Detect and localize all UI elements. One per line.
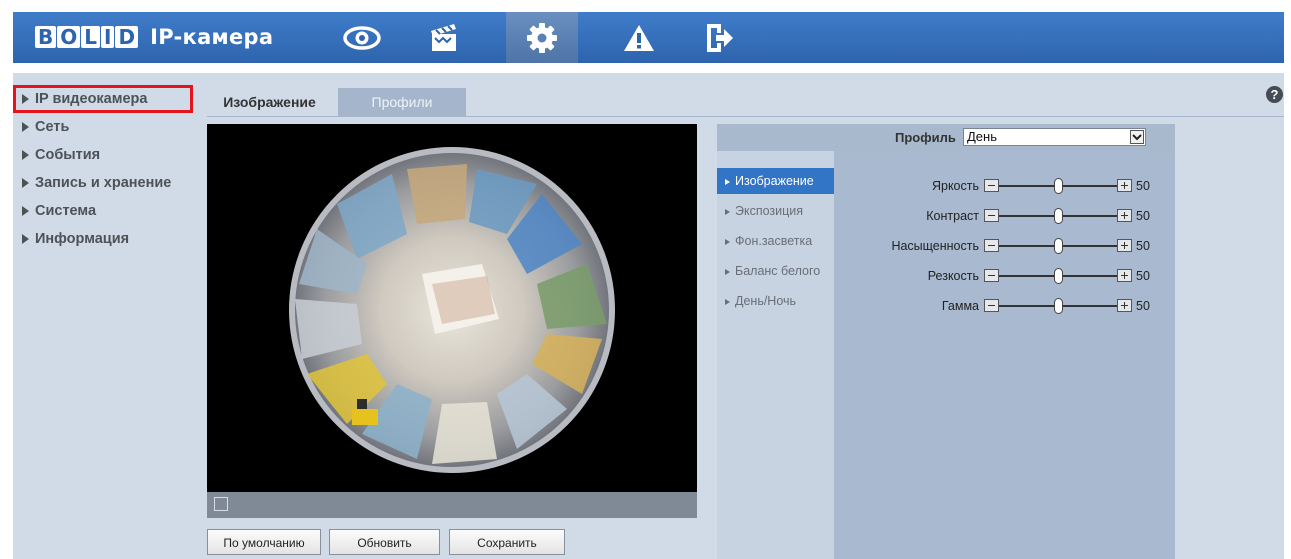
- sidebar-item-label: IP видеокамера: [35, 91, 148, 107]
- clapperboard-icon: [431, 23, 456, 51]
- plus-icon[interactable]: [1117, 299, 1132, 312]
- slider-thumb[interactable]: [1053, 238, 1063, 254]
- sidebar-item-storage[interactable]: Запись и хранение: [13, 169, 193, 197]
- arrow-icon: [725, 178, 730, 185]
- slider-label: Яркость: [931, 179, 979, 193]
- tab-image[interactable]: Изображение: [207, 88, 332, 116]
- slider-value: 50: [1136, 179, 1150, 193]
- slider-label: Насыщенность: [891, 239, 979, 253]
- default-button[interactable]: По умолчанию: [207, 529, 321, 555]
- profile-bar: Профиль День: [717, 124, 1175, 151]
- brightness-slider: Яркость 50: [834, 177, 1175, 197]
- save-button[interactable]: Сохранить: [449, 529, 565, 555]
- slider-value: 50: [1136, 209, 1150, 223]
- subnav-item-white-balance[interactable]: Баланс белого: [717, 258, 834, 284]
- tab-divider: [207, 116, 1284, 117]
- nav-logout[interactable]: [683, 12, 755, 63]
- subnav-label: Баланс белого: [735, 264, 821, 278]
- arrow-icon: [725, 298, 730, 305]
- nav-live-view[interactable]: [326, 12, 398, 63]
- top-bar: BOLID IP-камера: [13, 12, 1284, 63]
- minus-icon[interactable]: [984, 209, 999, 222]
- gamma-slider: Гамма 50: [834, 297, 1175, 317]
- subnav-item-image[interactable]: Изображение: [717, 168, 834, 194]
- logo-brand: BOLID: [35, 26, 139, 48]
- tab-profiles[interactable]: Профили: [338, 88, 466, 116]
- sharpness-slider: Резкость 50: [834, 267, 1175, 287]
- sidebar-item-label: Информация: [35, 231, 130, 247]
- plus-icon[interactable]: [1117, 239, 1132, 252]
- sidebar-item-system[interactable]: Система: [13, 197, 193, 225]
- slider-thumb[interactable]: [1053, 298, 1063, 314]
- fisheye-camera-image: [289, 147, 615, 473]
- profile-label: Профиль: [895, 130, 956, 145]
- slider-value: 50: [1136, 239, 1150, 253]
- exit-icon: [707, 23, 733, 52]
- gear-icon: [527, 22, 557, 53]
- sidebar-item-label: Сеть: [35, 119, 70, 135]
- expand-arrow-icon: [22, 178, 29, 189]
- sidebar-item-ip-camera[interactable]: IP видеокамера: [13, 85, 193, 113]
- expand-arrow-icon: [22, 122, 29, 133]
- plus-icon[interactable]: [1117, 209, 1132, 222]
- subnav-label: Экспозиция: [735, 204, 804, 218]
- slider-value: 50: [1136, 299, 1150, 313]
- sidebar-item-label: События: [35, 147, 101, 163]
- logo: BOLID IP-камера: [35, 24, 273, 50]
- slider-label: Резкость: [927, 269, 979, 283]
- subnav-label: Изображение: [735, 174, 814, 188]
- video-toolbar: [207, 492, 697, 518]
- arrow-icon: [725, 238, 730, 245]
- minus-icon[interactable]: [984, 299, 999, 312]
- slider-thumb[interactable]: [1053, 268, 1063, 284]
- profile-select[interactable]: День: [963, 128, 1146, 146]
- minus-icon[interactable]: [984, 239, 999, 252]
- refresh-button[interactable]: Обновить: [329, 529, 440, 555]
- subnav-label: День/Ночь: [735, 294, 797, 308]
- plus-icon[interactable]: [1117, 269, 1132, 282]
- expand-arrow-icon: [22, 150, 29, 161]
- plus-icon[interactable]: [1117, 179, 1132, 192]
- help-icon[interactable]: ?: [1266, 86, 1283, 103]
- slider-value: 50: [1136, 269, 1150, 283]
- fullscreen-icon[interactable]: [214, 497, 228, 511]
- subnav-item-backlight[interactable]: Фон.засветка: [717, 228, 834, 254]
- nav-settings[interactable]: [506, 12, 578, 63]
- eye-icon: [343, 25, 381, 50]
- minus-icon[interactable]: [984, 269, 999, 282]
- main-panel: IP видеокамера Сеть События Запись и хра…: [13, 73, 1284, 559]
- profile-select-value: День: [967, 129, 997, 144]
- expand-arrow-icon: [22, 234, 29, 245]
- nav-playback[interactable]: [408, 12, 480, 63]
- saturation-slider: Насыщенность 50: [834, 237, 1175, 257]
- arrow-icon: [725, 208, 730, 215]
- app-title: IP-камера: [150, 25, 274, 49]
- sidebar-item-label: Система: [35, 203, 97, 219]
- minus-icon[interactable]: [984, 179, 999, 192]
- contrast-slider: Контраст 50: [834, 207, 1175, 227]
- sidebar-item-label: Запись и хранение: [35, 175, 172, 191]
- slider-thumb[interactable]: [1053, 208, 1063, 224]
- sidebar: IP видеокамера Сеть События Запись и хра…: [13, 73, 193, 253]
- subnav-item-exposure[interactable]: Экспозиция: [717, 198, 834, 224]
- sidebar-item-information[interactable]: Информация: [13, 225, 193, 253]
- slider-label: Гамма: [941, 299, 979, 313]
- video-preview[interactable]: [207, 124, 697, 492]
- slider-thumb[interactable]: [1053, 178, 1063, 194]
- expand-arrow-icon: [22, 206, 29, 217]
- chevron-down-icon[interactable]: [1130, 130, 1144, 144]
- subnav-label: Фон.засветка: [735, 234, 813, 248]
- sidebar-item-events[interactable]: События: [13, 141, 193, 169]
- slider-label: Контраст: [926, 209, 979, 223]
- arrow-icon: [725, 268, 730, 275]
- subnav-item-day-night[interactable]: День/Ночь: [717, 288, 834, 314]
- sidebar-item-network[interactable]: Сеть: [13, 113, 193, 141]
- warning-icon: [624, 24, 654, 51]
- nav-alarm[interactable]: [603, 12, 675, 63]
- expand-arrow-icon: [22, 94, 29, 105]
